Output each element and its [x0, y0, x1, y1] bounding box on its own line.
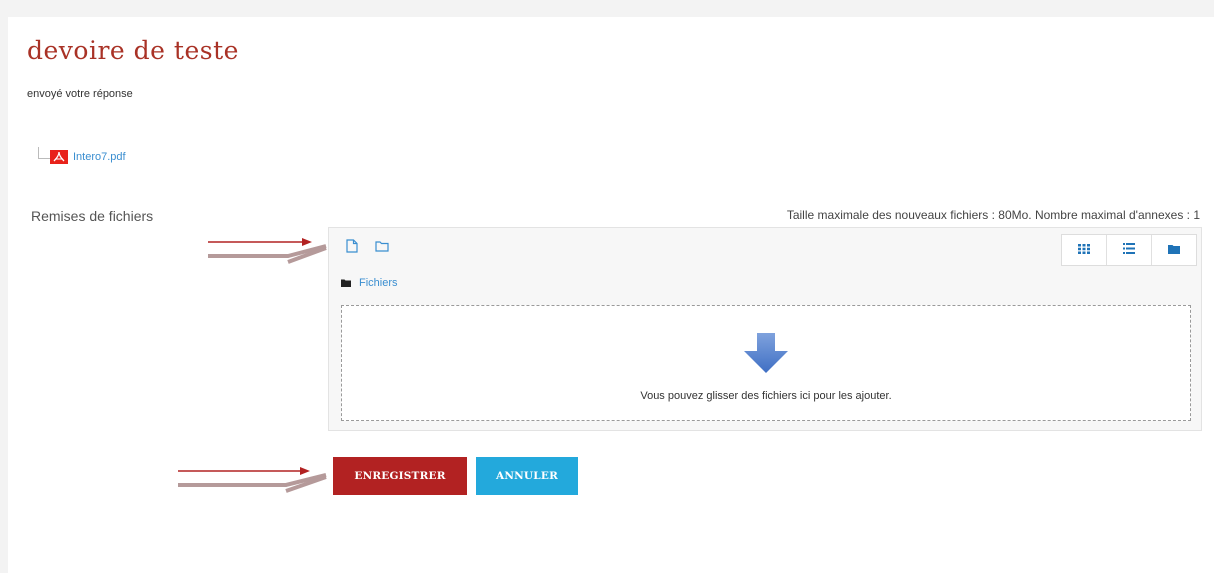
- tree-connector-horizontal: [38, 158, 50, 159]
- view-tree-button[interactable]: [1151, 235, 1196, 265]
- folder-outline-icon: [375, 239, 389, 257]
- cancel-button[interactable]: ANNULER: [476, 457, 578, 495]
- page-subtitle: envoyé votre réponse: [27, 88, 133, 100]
- breadcrumb-files-link[interactable]: Fichiers: [359, 277, 398, 289]
- file-submissions-label: Remises de fichiers: [31, 208, 154, 224]
- page-title: devoire de teste: [27, 36, 239, 65]
- annotation-arrow-bottom: [178, 467, 327, 493]
- annotation-arrow-top: [208, 238, 327, 264]
- file-manager-toolbar: [329, 228, 1201, 270]
- view-list-button[interactable]: [1106, 235, 1151, 265]
- submitted-file-name: Intero7.pdf: [73, 151, 126, 163]
- view-icons-button[interactable]: [1062, 235, 1106, 265]
- file-manager: Fichiers Vous pouvez glisser des fichier…: [328, 227, 1202, 431]
- drop-zone-message: Vous pouvez glisser des fichiers ici pou…: [640, 390, 892, 402]
- folder-icon: [341, 279, 351, 287]
- drop-zone[interactable]: Vous pouvez glisser des fichiers ici pou…: [341, 305, 1191, 421]
- file-icon: [346, 238, 358, 258]
- create-folder-button[interactable]: [368, 234, 396, 262]
- save-button[interactable]: ENREGISTRER: [333, 457, 467, 495]
- view-switcher: [1061, 234, 1197, 266]
- pdf-icon: [50, 150, 68, 164]
- breadcrumb: Fichiers: [341, 277, 398, 289]
- add-file-button[interactable]: [338, 234, 366, 262]
- arrow-down-icon: [744, 333, 788, 378]
- folder-tree-icon: [1168, 241, 1180, 259]
- submitted-file-link[interactable]: Intero7.pdf: [50, 150, 126, 164]
- grid-icon: [1078, 241, 1090, 259]
- upload-limits-text: Taille maximale des nouveaux fichiers : …: [786, 208, 1200, 222]
- list-icon: [1123, 241, 1135, 259]
